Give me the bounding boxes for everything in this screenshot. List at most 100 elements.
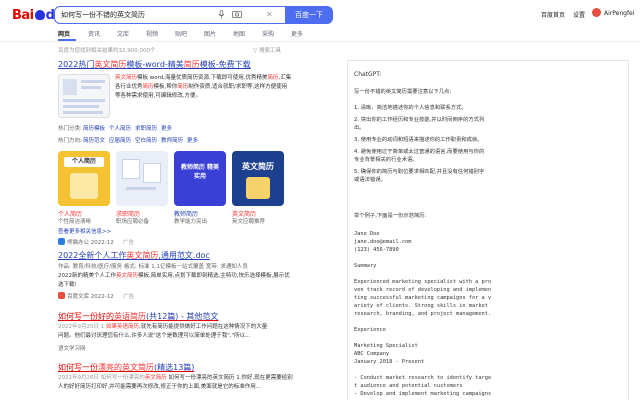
snippet-em: 简历 <box>142 84 154 90</box>
result-3-snippet-line-1: 2022年9月25日 1.如果英语简历,就先有简历能提供做好工作问题在这种情况下… <box>58 323 267 332</box>
tab-more[interactable]: 更多 <box>291 29 303 38</box>
tab-news[interactable]: 资讯 <box>88 29 100 38</box>
resume-line: jane.doe@email.com <box>354 239 412 245</box>
snippet-em: 简历 <box>177 84 189 90</box>
card-personal-resume[interactable]: 个人简历 <box>58 151 110 206</box>
hot-direction-link[interactable]: 教师简历 <box>161 136 183 144</box>
result-1-source: 熊猫办公 2022-12 <box>67 240 114 246</box>
card-english-resume[interactable]: 英文简历 <box>232 151 284 206</box>
snippet-date: 2022年9月26日 如何写一份漂亮的 <box>58 375 145 381</box>
tab-images[interactable]: 图片 <box>204 29 216 38</box>
snippet-text: 优质简历资源,下载即可使用,优秀精美 <box>176 75 268 81</box>
resume-line: ariety of clients. Strong skills in mark… <box>354 303 488 309</box>
hot-direction-label: 热门方向: <box>58 138 82 144</box>
card-teacher-resume[interactable]: 教师简历 精美实用 <box>174 151 226 206</box>
header-divider <box>0 41 640 42</box>
hot-item-more[interactable]: 更多 <box>161 124 172 132</box>
search-query: 如何写一份不错的英文简历 <box>61 11 145 19</box>
filter-icon: ▽ <box>253 48 258 54</box>
tab-maps[interactable]: 地图 <box>233 29 245 38</box>
chatgpt-point-line: 4. 避免使用过于简单或太过普通的语言,而要使用与你的 <box>354 149 485 155</box>
tab-web[interactable]: 网页 <box>58 29 70 38</box>
snippet-em: 英文简历 <box>116 273 139 279</box>
chatgpt-point-line: 出。 <box>354 125 365 131</box>
baidu-home-link[interactable]: 百度首页 <box>541 10 565 19</box>
tab-video[interactable]: 视频 <box>146 29 158 38</box>
card-job-resume[interactable] <box>116 151 168 206</box>
card-banner-text: 个人简历 <box>64 157 104 167</box>
clear-icon[interactable]: ✕ <box>266 10 273 19</box>
thumb-line <box>81 80 105 83</box>
card-banner-text: 教师简历 精美实用 <box>180 164 220 180</box>
hot-direction-link[interactable]: 应届简历 <box>109 136 131 144</box>
chatgpt-point-line: 1. 清晰、简洁地描述你的个人信息和联系方式。 <box>354 105 467 111</box>
search-tools[interactable]: ▽ 搜索工具 <box>253 46 281 54</box>
chatgpt-point-line: 3. 使用专业的动词和短语来描述你的工作职责和成就。 <box>354 137 483 143</box>
hot-direction-link[interactable]: 空白简历 <box>135 136 157 144</box>
resume-line: Marketing Specialist <box>354 343 418 349</box>
thumb-line <box>63 105 99 108</box>
settings-link[interactable]: 设置 <box>573 10 585 19</box>
page: Baidu百度 如何写一份不错的英文简历 ✕ 百度一下 百度首页 设置 AirP… <box>0 0 640 400</box>
hot-direction-link[interactable]: 简历范文 <box>83 136 105 144</box>
xiongmao-favicon <box>58 238 65 245</box>
resume-line: Experienced marketing specialist with a … <box>354 279 492 285</box>
result-1-snippet-line-1: 英文简历模板 word,海量优质简历资源,下载即可使用,优秀精美简历,汇集 <box>115 74 291 83</box>
r3-title-em: 英语简历 <box>114 312 146 321</box>
ad-badge: 广告 <box>123 294 135 300</box>
result-1-snippet-line-3: 等各种需求使用,可编辑修改,方便。 <box>115 93 201 99</box>
chatgpt-example-intro: 举个例子,下面是一份示范简历: <box>354 213 427 219</box>
search-tools-label: 搜索工具 <box>258 48 281 54</box>
card-sub: 职场应聘必备 <box>116 219 150 225</box>
resume-line: ABC Company <box>354 351 390 357</box>
hot-direction-more[interactable]: 更多 <box>187 136 198 144</box>
r4-title-em: 漂亮的英文简历 <box>98 363 154 372</box>
hot-item-link[interactable]: 简历模板 <box>83 124 105 132</box>
snippet-text: 各行业优秀 <box>115 84 143 90</box>
hot-item-link[interactable]: 求职简历 <box>135 124 157 132</box>
result-2-meta-line: 作品: 教育/科技/医疗/服务 格式: 标准 1,1亿模板一站式覆盖 宽带: 求… <box>58 264 248 270</box>
result-1-thumbnail[interactable] <box>58 74 110 118</box>
hot-item-link[interactable]: 个人简历 <box>109 124 131 132</box>
chatgpt-point-line: 专业背景相关的行业术语。 <box>354 157 418 163</box>
tab-purchase[interactable]: 采购 <box>262 29 274 38</box>
r1-title-mid: 模板-word-精美 <box>126 60 184 69</box>
username[interactable]: AirPengfei <box>604 10 634 17</box>
tab-wenku[interactable]: 文库 <box>117 29 129 38</box>
chatgpt-intro: 写一份不错的英文简历需要注意以下几点: <box>354 89 452 95</box>
more-info-link[interactable]: 查看更多相关信息>> <box>58 227 111 235</box>
r1-title-pre: 2022热门 <box>58 60 95 69</box>
snippet-text: ,就先有简历能提供做好工作问题在这种情况下的大量 <box>139 324 268 330</box>
result-2-snippet-line-1: 2022新的精美个人工作英文简历模板,简单实用,点划下载即刻精选,主特功,快乐选… <box>58 272 290 281</box>
r2-title-em: 英文简历 <box>126 251 159 260</box>
microphone-icon[interactable] <box>218 10 225 19</box>
tab-tieba[interactable]: 贴吧 <box>175 29 187 38</box>
thumb-line <box>63 111 103 114</box>
camera-icon[interactable] <box>232 10 242 18</box>
card-sub: 个性简洁清晰 <box>58 219 92 225</box>
card-illustration <box>70 173 98 199</box>
r3-title-pre: 如何写一份好的 <box>58 312 114 321</box>
resume-line: research, branding, and project manageme… <box>354 311 492 317</box>
snippet-text: 2022新的精美个人工作 <box>58 273 116 279</box>
chatgpt-panel: ChatGPT: 写一份不错的英文简历需要注意以下几点: 1. 清晰、简洁地描述… <box>347 60 629 400</box>
chatgpt-point-line: 5. 确保你的简历与职位要求相匹配,并且没有任何错别字 <box>354 169 485 175</box>
snippet-text: 资质,适合就职/求职等,这样方便使用 <box>199 84 288 90</box>
result-4-title[interactable]: 如何写一份漂亮的英文简历(精选13篇) <box>58 362 194 373</box>
search-input[interactable]: 如何写一份不错的英文简历 ✕ <box>54 6 285 24</box>
result-1-title[interactable]: 2022热门英文简历模板-word-精美简历模板-免费下载 <box>58 59 251 70</box>
logo-bai: Bai <box>12 8 34 23</box>
result-2-source: 百度文库 2022-12 <box>67 294 114 300</box>
resume-line: ven track record of developing and imple… <box>354 287 492 293</box>
snippet-text: 如何写一份漂亮的英文简历 1.你好,现在更需要给别 <box>166 375 293 381</box>
thumb-line <box>81 86 101 89</box>
avatar[interactable] <box>592 8 601 17</box>
resume-line: - Develop and implement marketing campai… <box>354 391 492 397</box>
card-doc-1 <box>122 159 140 179</box>
r4-title-pre: 如何写一份 <box>58 363 98 372</box>
result-2-title[interactable]: 2022全新个人工作英文简历,通用范文.doc <box>58 250 210 261</box>
card-sub: 教学能力突出 <box>174 219 208 225</box>
thumb-line <box>63 99 105 102</box>
search-button[interactable]: 百度一下 <box>285 6 333 24</box>
result-3-title[interactable]: 如何写一份好的英语简历(共12篇) - 其他范文 <box>58 311 218 322</box>
